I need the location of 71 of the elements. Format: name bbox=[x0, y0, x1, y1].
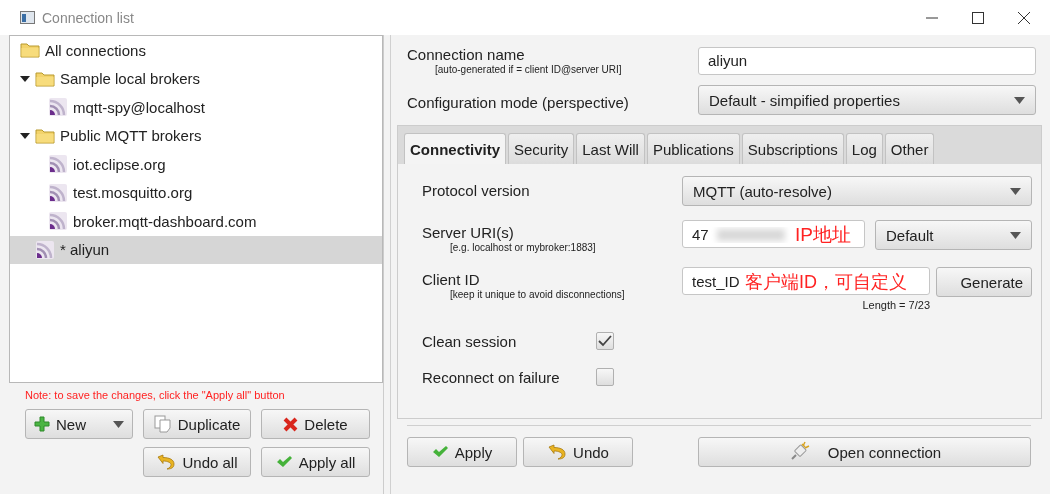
tab[interactable]: Connectivity bbox=[404, 133, 506, 164]
generate-button[interactable]: Generate bbox=[936, 267, 1032, 297]
close-icon[interactable] bbox=[1018, 11, 1030, 24]
field-label: Connection name bbox=[407, 46, 526, 63]
action-button[interactable]: Apply bbox=[407, 437, 517, 467]
action-button[interactable]: Undo bbox=[523, 437, 633, 467]
list-button[interactable]: Delete bbox=[261, 409, 370, 439]
field-label: Client ID bbox=[422, 271, 481, 288]
folder-icon bbox=[35, 70, 55, 87]
list-button[interactable]: Duplicate bbox=[143, 409, 251, 439]
folder-icon bbox=[35, 127, 55, 144]
broker-icon bbox=[48, 97, 68, 118]
tree-item[interactable]: All connections bbox=[10, 36, 382, 65]
tree-item[interactable]: mqtt-spy@localhost bbox=[10, 93, 382, 122]
tree-item[interactable]: Sample local brokers bbox=[10, 64, 382, 93]
tree-item[interactable]: iot.eclipse.org bbox=[10, 150, 382, 179]
broker-icon bbox=[48, 211, 68, 232]
broker-icon bbox=[48, 182, 68, 203]
field-hint: [auto-generated if = client ID@server URI] bbox=[434, 64, 623, 75]
client-id-field[interactable]: test_ID 客户端ID，可自定义 bbox=[682, 267, 930, 295]
undo-icon bbox=[156, 454, 177, 470]
caret-icon bbox=[1014, 96, 1025, 104]
annotation-text: 客户端ID，可自定义 bbox=[745, 271, 907, 294]
caret-icon bbox=[1010, 231, 1021, 239]
field-label: Configuration mode (perspective) bbox=[407, 93, 630, 111]
field-hint: [e.g. localhost or mybroker:1883] bbox=[449, 242, 597, 253]
tab[interactable]: Subscriptions bbox=[741, 133, 844, 164]
cross-icon bbox=[283, 416, 299, 432]
field-label: Server URI(s) bbox=[422, 224, 515, 241]
dropdown[interactable]: MQTT (auto-resolve) bbox=[682, 176, 1032, 206]
caret-icon bbox=[1010, 187, 1021, 195]
tab[interactable]: Log bbox=[845, 133, 883, 164]
new-dropdown-button[interactable]: New bbox=[25, 409, 133, 439]
list-button[interactable]: Undo all bbox=[143, 447, 251, 477]
dropdown[interactable]: Default bbox=[875, 220, 1032, 250]
copy-icon bbox=[153, 415, 172, 433]
undo-icon bbox=[547, 444, 568, 460]
caret-icon bbox=[113, 420, 124, 428]
broker-icon bbox=[35, 239, 55, 260]
check-icon bbox=[431, 445, 449, 459]
dropdown[interactable]: Default - simpified properties bbox=[698, 85, 1036, 115]
tree-item[interactable]: test.mosquitto.org bbox=[10, 178, 382, 207]
tree-item[interactable]: Public MQTT brokers bbox=[10, 121, 382, 150]
server-uri-field[interactable]: 47 IP地址 bbox=[682, 220, 865, 248]
expand-arrow-icon[interactable] bbox=[20, 130, 30, 141]
connection-name-field[interactable]: aliyun bbox=[698, 46, 1036, 75]
tab[interactable]: Last Will bbox=[576, 133, 645, 164]
tab[interactable]: Security bbox=[508, 133, 575, 164]
tree-item[interactable]: * aliyun bbox=[10, 235, 382, 264]
length-counter: Length = 7/23 bbox=[861, 299, 931, 311]
expand-arrow-icon[interactable] bbox=[20, 73, 30, 84]
note-text: Note: to save the changes, click the "Apply all" button bbox=[25, 389, 286, 401]
field-label: Protocol version bbox=[422, 182, 531, 199]
broker-icon bbox=[48, 154, 68, 175]
list-button[interactable]: Apply all bbox=[261, 447, 370, 477]
app-icon bbox=[20, 11, 35, 24]
tab[interactable]: Publications bbox=[646, 133, 740, 164]
checkbox[interactable] bbox=[596, 332, 614, 350]
maximize-icon[interactable] bbox=[972, 11, 984, 24]
checkbox-label: Reconnect on failure bbox=[422, 368, 561, 386]
tree-item[interactable]: broker.mqtt-dashboard.com bbox=[10, 207, 382, 236]
folder-icon bbox=[20, 42, 40, 59]
tab[interactable]: Other bbox=[884, 133, 935, 164]
field-hint: [keep it unique to avoid disconnections] bbox=[449, 289, 626, 300]
checkbox[interactable] bbox=[596, 368, 614, 386]
check-icon bbox=[275, 455, 293, 469]
open-connection-button[interactable]: Open connection bbox=[698, 437, 1031, 467]
plus-icon bbox=[34, 416, 50, 432]
checkbox-label: Clean session bbox=[422, 332, 518, 350]
window-title: Connection list bbox=[42, 9, 135, 26]
annotation-text: IP地址 bbox=[795, 223, 851, 247]
